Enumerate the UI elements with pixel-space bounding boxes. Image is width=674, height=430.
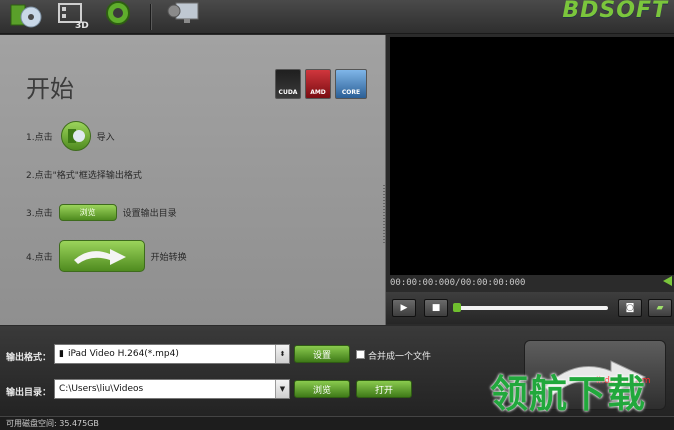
toolbar-separator <box>150 4 151 30</box>
settings-gear-icon <box>106 1 130 25</box>
play-icon: ▶ <box>400 303 408 313</box>
device-button[interactable] <box>164 0 204 30</box>
step-2-text: 2.点击"格式"框选择输出格式 <box>26 171 142 181</box>
cuda-logo: CUDA <box>275 69 301 99</box>
intel-core-logo: CORE <box>335 69 367 99</box>
amd-logo: AMD <box>305 69 331 99</box>
snapshot-button[interactable]: ◙ <box>618 299 642 317</box>
device-icon: ▮ <box>59 349 64 359</box>
format-value: iPad Video H.264(*.mp4) <box>67 349 179 359</box>
step-4-prefix: 4.点击 <box>26 252 53 263</box>
import-video-icon <box>67 129 85 143</box>
start-title: 开始 <box>26 75 74 103</box>
time-display: 00:00:00:000/00:00:00:000 <box>390 278 526 288</box>
format-select[interactable]: ▮ iPad Video H.264(*.mp4) ⬍ <box>54 344 290 364</box>
step-1-prefix: 1.点击 <box>26 132 53 143</box>
step-4: 4.点击 开始转换 <box>26 240 187 272</box>
step-3: 3.点击 浏览 设置输出目录 <box>26 204 177 221</box>
settings-button[interactable] <box>100 0 136 30</box>
film-3d-icon: 3D <box>58 3 89 29</box>
step-2: 2.点击"格式"框选择输出格式 <box>26 168 142 181</box>
toolbar-3d-label: 3D <box>75 21 89 29</box>
step-convert-button[interactable] <box>58 240 145 272</box>
panel-splitter[interactable] <box>383 185 386 245</box>
monitor-icon <box>167 2 199 23</box>
output-dir-field[interactable]: C:\Users\liu\Videos ▼ <box>54 379 290 399</box>
open-folder-button[interactable]: ▰ <box>648 299 672 317</box>
merge-checkbox[interactable] <box>356 350 365 359</box>
start-panel: 开始 CUDA AMD CORE 1.点击 导入 2.点击"格式"框选择输出格式… <box>0 35 386 325</box>
edit-3d-button[interactable]: 3D <box>56 0 92 30</box>
play-button[interactable]: ▶ <box>392 299 416 317</box>
stop-button[interactable]: ■ <box>424 299 448 317</box>
add-video-icon <box>10 4 42 28</box>
seek-handle[interactable] <box>453 303 461 312</box>
step-4-suffix: 开始转换 <box>150 252 187 263</box>
watermark-text: 领航下载 <box>490 372 647 416</box>
browse-button[interactable]: 浏览 <box>294 380 350 398</box>
disk-space-text: 可用磁盘空间: 35.475GB <box>6 419 99 428</box>
status-bar: 可用磁盘空间: 35.475GB <box>0 416 674 430</box>
output-dir-value: C:\Users\liu\Videos <box>59 384 144 394</box>
video-preview <box>390 37 674 275</box>
settings-button-output[interactable]: 设置 <box>294 345 350 363</box>
open-button[interactable]: 打开 <box>356 380 412 398</box>
playback-controls: ▶ ■ ◙ ▰ <box>386 292 674 324</box>
add-video-button[interactable] <box>6 0 46 30</box>
camera-icon: ◙ <box>625 303 635 313</box>
volume-icon[interactable] <box>663 276 672 286</box>
seek-bar[interactable] <box>453 303 608 312</box>
main-toolbar: 3D BDSOFT <box>0 0 674 34</box>
step-1-suffix: 导入 <box>96 132 115 143</box>
step-3-prefix: 3.点击 <box>26 209 53 219</box>
format-dropdown-icon[interactable]: ⬍ <box>275 345 289 363</box>
stop-icon: ■ <box>431 303 441 313</box>
step-browse-button[interactable]: 浏览 <box>58 204 117 221</box>
acceleration-logos: CUDA AMD CORE <box>275 69 367 99</box>
dir-label: 输出目录： <box>6 388 52 398</box>
folder-icon: ▰ <box>656 303 664 313</box>
convert-arrow-icon <box>73 249 126 265</box>
format-label: 输出格式： <box>6 353 52 363</box>
step-3-suffix: 设置输出目录 <box>122 209 177 219</box>
dir-dropdown-icon[interactable]: ▼ <box>275 380 289 398</box>
merge-label: 合并成一个文件 <box>368 352 432 362</box>
step-1: 1.点击 导入 <box>26 121 115 151</box>
brand-logo: BDSOFT <box>562 0 668 23</box>
step-import-button[interactable] <box>60 121 91 151</box>
